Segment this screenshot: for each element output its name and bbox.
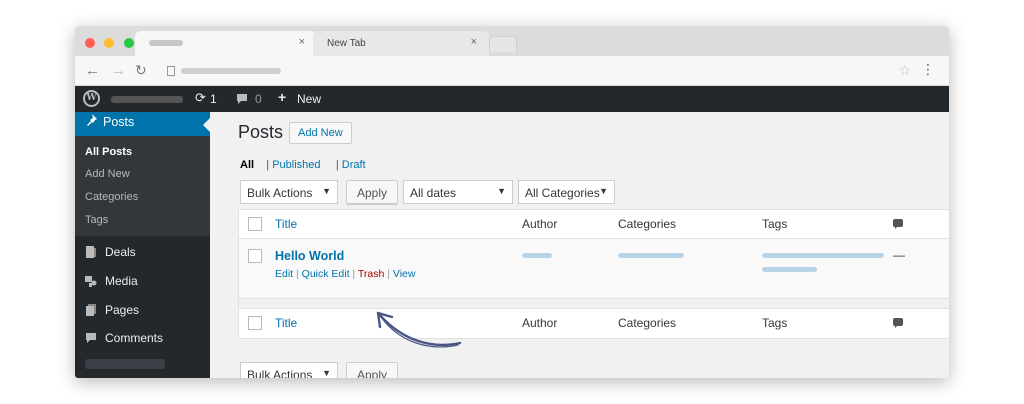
column-title[interactable]: Title bbox=[275, 217, 297, 231]
pin-icon bbox=[85, 114, 97, 129]
select-all-checkbox-bottom[interactable] bbox=[248, 316, 262, 330]
status-filters: All | Published | Draft bbox=[240, 159, 366, 171]
submenu-all-posts[interactable]: All Posts bbox=[85, 146, 132, 158]
post-title-link[interactable]: Hello World bbox=[275, 249, 344, 263]
caret-down-icon: ▼ bbox=[599, 186, 608, 196]
table-spacer bbox=[239, 299, 949, 309]
categories-filter-select[interactable]: All Categories ▼ bbox=[518, 180, 615, 204]
page-icon bbox=[167, 66, 175, 76]
row-actions: Edit | Quick Edit | Trash | View bbox=[275, 268, 416, 280]
media-icon bbox=[85, 275, 97, 287]
filter-published[interactable]: Published bbox=[272, 159, 320, 171]
posts-content: Posts Add New All | Published | Draft Bu… bbox=[210, 112, 949, 378]
deals-icon bbox=[85, 246, 97, 258]
new-tab-button[interactable] bbox=[489, 36, 517, 52]
column-categories: Categories bbox=[618, 316, 677, 330]
tab-new-tab[interactable]: New Tab × bbox=[313, 31, 489, 56]
sidebar-item-label: Posts bbox=[103, 115, 135, 129]
browser-window: × New Tab × ← → ↻ ☆ ⋮ W ⟳ 1 0 + New Post… bbox=[75, 26, 949, 378]
forward-icon[interactable]: → bbox=[111, 62, 126, 79]
address-bar: ← → ↻ ☆ ⋮ bbox=[75, 56, 949, 86]
tags-blurred[interactable] bbox=[762, 253, 884, 258]
author-blurred[interactable] bbox=[522, 253, 552, 258]
reload-icon[interactable]: ↻ bbox=[135, 62, 147, 79]
bulk-actions-select-top[interactable]: Bulk Actions ▼ bbox=[240, 180, 338, 204]
wordpress-logo-icon[interactable]: W bbox=[83, 90, 100, 107]
tab-bar: × New Tab × bbox=[75, 26, 949, 56]
view-link[interactable]: View bbox=[393, 268, 416, 280]
page-title: Posts bbox=[238, 122, 284, 142]
tags-blurred-2[interactable] bbox=[762, 267, 817, 272]
posts-table: Title Author Categories Tags Hello World… bbox=[238, 209, 949, 339]
site-name-blurred[interactable] bbox=[111, 96, 183, 103]
column-categories: Categories bbox=[618, 217, 677, 231]
column-tags: Tags bbox=[762, 316, 788, 330]
table-header: Title Author Categories Tags bbox=[239, 210, 949, 239]
table-footer: Title Author Categories Tags bbox=[239, 309, 949, 338]
minimize-window-button[interactable] bbox=[104, 38, 115, 48]
column-tags: Tags bbox=[762, 217, 788, 231]
caret-down-icon: ▼ bbox=[322, 368, 331, 378]
categories-blurred[interactable] bbox=[618, 253, 684, 258]
column-author: Author bbox=[522, 316, 558, 330]
select-all-checkbox[interactable] bbox=[248, 217, 262, 231]
tab-title: New Tab bbox=[327, 38, 366, 49]
browser-menu-icon[interactable]: ⋮ bbox=[921, 61, 935, 78]
sidebar-item-label: Media bbox=[105, 274, 138, 288]
table-row: Hello World Edit | Quick Edit | Trash | … bbox=[239, 239, 949, 299]
comments-column-icon[interactable] bbox=[893, 318, 903, 328]
row-checkbox[interactable] bbox=[248, 249, 262, 263]
sidebar-item-comments[interactable]: Comments bbox=[85, 331, 163, 345]
tab-google[interactable]: × bbox=[135, 31, 317, 56]
caret-down-icon: ▼ bbox=[322, 186, 331, 196]
back-icon[interactable]: ← bbox=[85, 62, 100, 79]
comments-column-icon[interactable] bbox=[893, 219, 903, 229]
sidebar-item-deals[interactable]: Deals bbox=[85, 245, 136, 259]
sidebar-item-media[interactable]: Media bbox=[85, 274, 138, 288]
sidebar-item-label: Deals bbox=[105, 245, 136, 259]
maximize-window-button[interactable] bbox=[123, 38, 134, 48]
url-input[interactable] bbox=[181, 68, 281, 74]
comments-icon bbox=[85, 332, 97, 344]
updates-icon[interactable]: ⟳ bbox=[195, 90, 206, 106]
updates-count[interactable]: 1 bbox=[210, 92, 217, 106]
filter-draft[interactable]: Draft bbox=[342, 159, 366, 171]
annotation-arrow-icon bbox=[376, 311, 462, 348]
column-title[interactable]: Title bbox=[275, 316, 297, 330]
submenu-add-new[interactable]: Add New bbox=[85, 168, 130, 180]
sidebar-item-label: Pages bbox=[105, 303, 140, 317]
submenu-categories[interactable]: Categories bbox=[85, 191, 138, 203]
tab-close-icon[interactable]: × bbox=[471, 36, 477, 48]
add-new-button[interactable]: Add New bbox=[289, 122, 352, 144]
sidebar-item-pages[interactable]: Pages bbox=[85, 303, 139, 317]
posts-submenu: All Posts Add New Categories Tags bbox=[75, 136, 210, 236]
bulk-actions-select-bottom[interactable]: Bulk Actions ▼ bbox=[240, 362, 338, 378]
trash-link[interactable]: Trash bbox=[358, 268, 384, 280]
sidebar-item-label: Comments bbox=[105, 331, 164, 345]
column-author: Author bbox=[522, 217, 558, 231]
comments-icon[interactable] bbox=[236, 93, 248, 108]
plus-icon[interactable]: + bbox=[278, 89, 286, 105]
admin-sidebar: Posts All Posts Add New Categories Tags … bbox=[75, 112, 210, 378]
new-content-link[interactable]: New bbox=[297, 92, 321, 106]
dates-filter-select[interactable]: All dates ▼ bbox=[403, 180, 513, 204]
comments-count[interactable]: 0 bbox=[255, 92, 262, 106]
quick-edit-link[interactable]: Quick Edit bbox=[302, 268, 350, 280]
filter-all[interactable]: All bbox=[240, 159, 254, 171]
submenu-tags[interactable]: Tags bbox=[85, 214, 108, 226]
tab-close-icon[interactable]: × bbox=[299, 36, 305, 48]
close-window-button[interactable] bbox=[85, 38, 95, 48]
comment-count: — bbox=[893, 248, 905, 262]
apply-button-top[interactable]: Apply bbox=[346, 180, 399, 204]
wp-admin-bar: W ⟳ 1 0 + New bbox=[75, 86, 949, 112]
edit-link[interactable]: Edit bbox=[275, 268, 293, 280]
sidebar-item-posts[interactable]: Posts bbox=[75, 112, 210, 136]
bookmark-star-icon[interactable]: ☆ bbox=[898, 62, 911, 79]
caret-down-icon: ▼ bbox=[497, 186, 506, 196]
apply-button-bottom[interactable]: Apply bbox=[346, 362, 399, 378]
tab-title-blurred bbox=[149, 40, 183, 47]
sidebar-item-blurred[interactable] bbox=[85, 359, 165, 369]
pages-icon bbox=[85, 304, 97, 316]
window-controls bbox=[85, 35, 139, 53]
